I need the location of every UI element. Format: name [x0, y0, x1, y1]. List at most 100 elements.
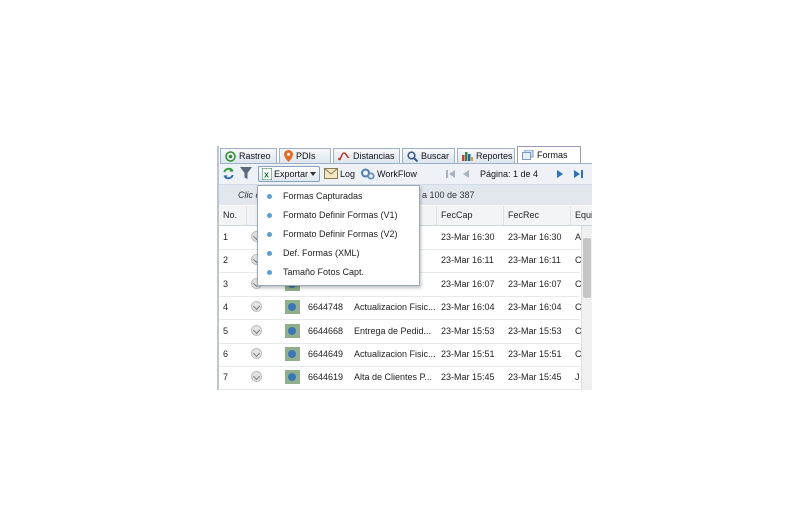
- tab-rastreo[interactable]: Rastreo: [220, 148, 277, 163]
- feccap-value: 23-Mar 16:04: [441, 302, 495, 313]
- gears-icon: [361, 168, 375, 180]
- expand-row-icon[interactable]: [251, 371, 262, 383]
- tab-label: PDIs: [296, 151, 316, 161]
- fecrec-value: 23-Mar 16:07: [508, 278, 562, 289]
- page-indicator: Página: 1 de 4: [480, 168, 539, 179]
- feccap-value: 23-Mar 16:11: [441, 255, 494, 266]
- fecrec-value: 23-Mar 16:04: [508, 302, 562, 313]
- prev-page-button[interactable]: [462, 166, 470, 181]
- column-header-fecrec[interactable]: FecRec: [504, 206, 571, 225]
- forms-panel: Rastreo PDIs Distancias Buscar Reportes: [217, 146, 592, 390]
- log-button[interactable]: Log: [324, 166, 355, 181]
- row-number: 2: [223, 255, 229, 266]
- tab-label: Distancias: [353, 151, 395, 161]
- tab-label: Reportes: [476, 151, 513, 161]
- menu-item-label: Tamaño Fotos Capt.: [283, 267, 365, 277]
- fecrec-value: 23-Mar 16:30: [508, 232, 562, 242]
- vertical-scrollbar[interactable]: [581, 226, 592, 390]
- form-id: 6644649: [308, 349, 344, 359]
- last-page-icon: [573, 169, 583, 179]
- feccap-value: 23-Mar 15:45: [441, 372, 495, 383]
- feccap-value: 23-Mar 16:07: [441, 278, 495, 289]
- tab-pdis[interactable]: PDIs: [279, 148, 331, 163]
- table-row[interactable]: 4 6644748 Actualizacion Fisic... 23-Mar 16:…: [219, 296, 582, 321]
- row-number: 7: [223, 372, 229, 383]
- target-icon: [225, 150, 236, 162]
- tab-reportes[interactable]: Reportes: [457, 148, 515, 163]
- menu-item-formato-v2[interactable]: Formato Definir Formas (V2): [258, 225, 419, 244]
- tab-formas[interactable]: Formas: [517, 146, 581, 163]
- filter-icon: [240, 167, 252, 180]
- tab-label: Rastreo: [239, 151, 271, 161]
- row-number: 6: [223, 349, 229, 359]
- route-icon: [338, 151, 350, 161]
- search-icon: [407, 150, 418, 162]
- bullet-icon: [267, 270, 272, 275]
- menu-item-label: Formato Definir Formas (V2): [283, 229, 398, 239]
- tab-label: Buscar: [421, 151, 450, 161]
- refresh-button[interactable]: [222, 166, 235, 181]
- form-thumbnail-icon[interactable]: [285, 347, 300, 361]
- filter-button[interactable]: [240, 166, 252, 181]
- record-range: a 100 de 387: [422, 190, 475, 200]
- column-header-no[interactable]: No.: [219, 206, 247, 225]
- column-header-equip[interactable]: Equi: [571, 206, 592, 225]
- last-page-button[interactable]: [573, 166, 583, 181]
- toolbar: x Exportar Log WorkFlow Página: 1 de 4: [219, 164, 592, 185]
- form-thumbnail-icon[interactable]: [285, 323, 300, 338]
- bullet-icon: [267, 194, 272, 199]
- menu-item-formato-v1[interactable]: Formato Definir Formas (V1): [258, 206, 419, 225]
- workflow-label: WorkFlow: [377, 168, 417, 179]
- prev-page-icon: [462, 169, 470, 179]
- forms-icon: [522, 150, 534, 160]
- scrollbar-thumb[interactable]: [583, 238, 591, 298]
- menu-item-formas-capturadas[interactable]: Formas Capturadas: [258, 187, 419, 206]
- expand-row-icon[interactable]: [251, 348, 262, 359]
- column-header-feccap[interactable]: FecCap: [437, 206, 504, 225]
- tab-distancias[interactable]: Distancias: [333, 148, 400, 163]
- form-id: 6644668: [308, 325, 344, 336]
- expand-row-icon[interactable]: [251, 324, 262, 336]
- menu-item-def-formas-xml[interactable]: Def. Formas (XML): [258, 244, 419, 263]
- feccap-value: 23-Mar 16:30: [441, 232, 495, 242]
- tab-label: Formas: [537, 150, 568, 160]
- menu-item-tamano-fotos[interactable]: Tamaño Fotos Capt.: [258, 263, 419, 282]
- bullet-icon: [267, 213, 272, 218]
- map-pin-icon: [284, 150, 293, 162]
- row-number: 5: [223, 325, 229, 336]
- fecrec-value: 23-Mar 15:45: [508, 372, 562, 383]
- form-id: 6644748: [308, 302, 344, 313]
- bullet-icon: [267, 232, 272, 237]
- bullet-icon: [267, 251, 272, 256]
- export-menu: Formas Capturadas Formato Definir Formas…: [257, 185, 420, 286]
- bar-chart-icon: [462, 151, 473, 161]
- next-page-icon: [556, 169, 564, 179]
- export-label: Exportar: [274, 169, 309, 179]
- form-thumbnail-icon[interactable]: [285, 300, 300, 315]
- first-page-icon: [446, 169, 456, 179]
- form-thumbnail-icon[interactable]: [285, 370, 300, 385]
- export-button[interactable]: x Exportar: [258, 166, 321, 182]
- tab-buscar[interactable]: Buscar: [402, 148, 455, 163]
- menu-item-label: Def. Formas (XML): [283, 248, 360, 258]
- svg-text:x: x: [264, 170, 269, 180]
- table-row[interactable]: 7 6644619 Alta de Clientes P... 23-Mar 15:4…: [219, 366, 580, 390]
- fecrec-value: 23-Mar 15:51: [508, 349, 562, 359]
- feccap-value: 23-Mar 15:53: [441, 325, 495, 336]
- row-number: 4: [223, 302, 229, 313]
- row-number: 1: [223, 232, 229, 242]
- fecrec-value: 23-Mar 16:11: [508, 255, 561, 266]
- row-number: 3: [223, 278, 229, 289]
- excel-icon: x: [262, 168, 272, 180]
- form-name: Actualizacion Fisic...: [354, 349, 436, 359]
- form-id: 6644619: [308, 372, 344, 383]
- table-row[interactable]: 6 6644649 Actualizacion Fisic... 23-Mar 15:…: [219, 343, 582, 367]
- first-page-button[interactable]: [446, 166, 456, 181]
- table-row[interactable]: 5 6644668 Entrega de Pedid... 23-Mar 15:53 2…: [219, 320, 582, 344]
- expand-row-icon[interactable]: [251, 301, 262, 313]
- fecrec-value: 23-Mar 15:53: [508, 325, 562, 336]
- next-page-button[interactable]: [556, 166, 564, 181]
- form-name: Actualizacion Fisic...: [354, 302, 436, 313]
- workflow-button[interactable]: WorkFlow: [361, 166, 417, 181]
- menu-item-label: Formato Definir Formas (V1): [283, 210, 398, 220]
